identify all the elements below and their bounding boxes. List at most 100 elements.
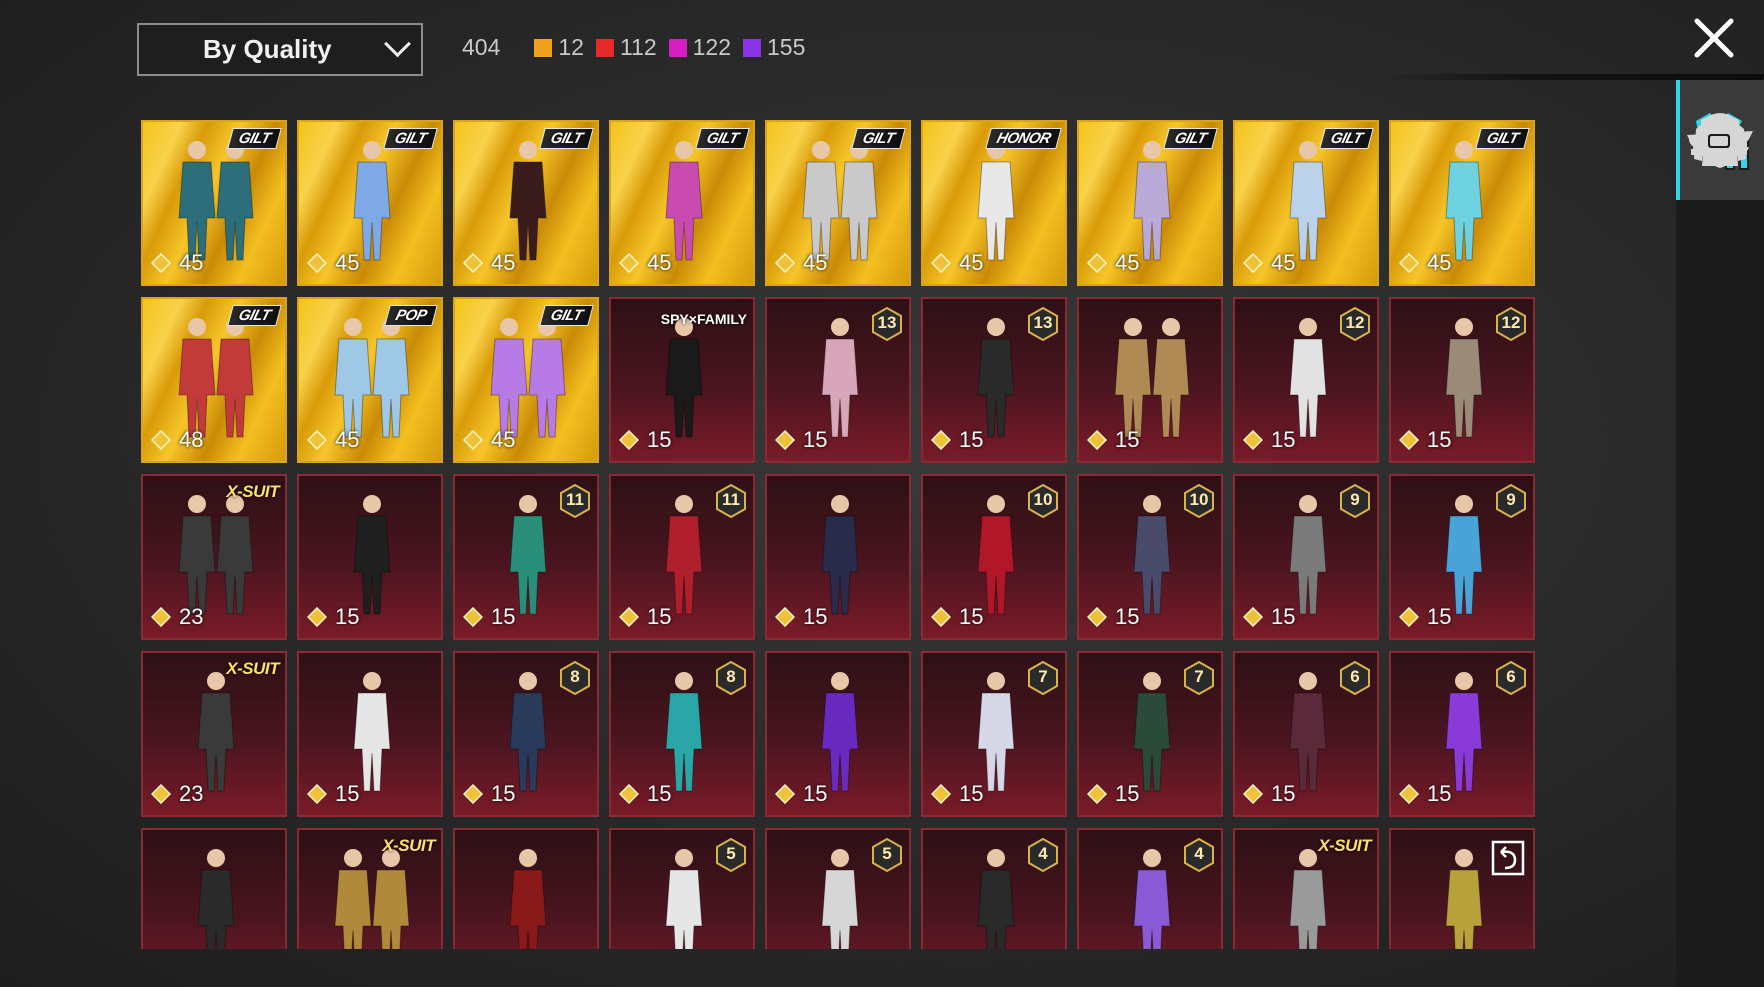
level-number: 6 xyxy=(1506,667,1516,686)
coin-icon xyxy=(931,607,951,627)
category-sidebar xyxy=(1676,80,1764,987)
level-badge: 10 xyxy=(1027,483,1059,519)
outfit-tile[interactable]: 13 15 xyxy=(921,297,1067,463)
coin-icon xyxy=(151,430,171,450)
outfit-tile[interactable]: 8 15 xyxy=(453,651,599,817)
outfit-tile[interactable]: 15 xyxy=(765,474,911,640)
level-badge: 5 xyxy=(715,837,747,873)
outfit-tile[interactable]: 15 xyxy=(1077,297,1223,463)
item-price: 45 xyxy=(931,250,983,276)
outfit-tile[interactable]: 15 xyxy=(297,651,443,817)
outfit-tile[interactable]: GILT 45 xyxy=(765,120,911,286)
outfit-tile[interactable]: 12 15 xyxy=(1389,297,1535,463)
outfit-tile[interactable]: 13 15 xyxy=(765,297,911,463)
outfit-tile[interactable]: GILT 45 xyxy=(141,120,287,286)
outfit-tile[interactable] xyxy=(141,828,287,949)
coin-icon xyxy=(1243,430,1263,450)
price-value: 15 xyxy=(803,427,828,452)
level-badge: 11 xyxy=(559,483,591,519)
item-price: 15 xyxy=(1399,781,1451,807)
outfit-tile[interactable]: GILT 48 xyxy=(141,297,287,463)
series-tag: HONOR xyxy=(984,128,1062,149)
outfit-tile[interactable]: 15 xyxy=(297,474,443,640)
level-number: 11 xyxy=(566,490,584,509)
outfit-tile[interactable]: GILT 45 xyxy=(1077,120,1223,286)
close-button[interactable] xyxy=(1692,16,1736,60)
price-value: 15 xyxy=(1115,781,1140,806)
coin-icon xyxy=(775,784,795,804)
coin-icon xyxy=(619,607,639,627)
outfit-tile[interactable]: X-SUIT 23 xyxy=(141,474,287,640)
series-tag: GILT xyxy=(695,128,750,149)
outfit-tile[interactable]: GILT 45 xyxy=(453,120,599,286)
series-tag: GILT xyxy=(1475,128,1530,149)
outfit-tile[interactable]: X-SUIT xyxy=(297,828,443,949)
outfit-tile[interactable]: 10 15 xyxy=(921,474,1067,640)
level-number: 13 xyxy=(1033,313,1053,332)
outfit-tile[interactable]: 10 15 xyxy=(1077,474,1223,640)
outfit-tile[interactable]: GILT 45 xyxy=(297,120,443,286)
sort-dropdown[interactable]: By Quality xyxy=(137,23,423,76)
outfit-tile[interactable]: 5 xyxy=(609,828,755,949)
item-price: 15 xyxy=(1087,604,1139,630)
outfit-tile[interactable]: 4 xyxy=(921,828,1067,949)
outfit-tile[interactable] xyxy=(1389,828,1535,949)
level-badge: 4 xyxy=(1027,837,1059,873)
series-tag: X-SUIT xyxy=(382,836,435,855)
outfit-tile[interactable]: 9 15 xyxy=(1233,474,1379,640)
outfit-tile[interactable]: 5 xyxy=(765,828,911,949)
undo-icon[interactable] xyxy=(1491,840,1525,876)
outfit-tile[interactable]: 11 15 xyxy=(609,474,755,640)
item-price: 15 xyxy=(619,427,671,453)
coin-icon xyxy=(1399,253,1419,273)
price-value: 15 xyxy=(647,604,672,629)
level-badge: 6 xyxy=(1339,660,1371,696)
outfit-tile[interactable]: 12 15 xyxy=(1233,297,1379,463)
item-price: 23 xyxy=(151,604,203,630)
outfit-tile[interactable]: 6 15 xyxy=(1389,651,1535,817)
item-price: 45 xyxy=(619,250,671,276)
outfit-tile[interactable]: 4 xyxy=(1077,828,1223,949)
item-price: 15 xyxy=(775,781,827,807)
level-number: 13 xyxy=(877,313,897,332)
outfit-tile[interactable]: 15 xyxy=(765,651,911,817)
coin-icon xyxy=(1087,784,1107,804)
category-backpack[interactable] xyxy=(1676,80,1764,200)
outfit-tile[interactable]: HONOR 45 xyxy=(921,120,1067,286)
outfit-tile[interactable]: GILT 45 xyxy=(1389,120,1535,286)
item-price: 15 xyxy=(1243,427,1295,453)
outfit-tile[interactable]: 9 15 xyxy=(1389,474,1535,640)
coin-icon xyxy=(1399,607,1419,627)
outfit-tile[interactable]: 7 15 xyxy=(921,651,1067,817)
outfit-tile[interactable]: 11 15 xyxy=(453,474,599,640)
outfit-tile[interactable]: 8 15 xyxy=(609,651,755,817)
level-badge: 8 xyxy=(715,660,747,696)
level-number: 11 xyxy=(722,490,740,509)
item-price: 15 xyxy=(1087,427,1139,453)
item-price: 45 xyxy=(463,250,515,276)
quality-counts: 404 12 112 122 155 xyxy=(462,34,817,61)
outfit-tile[interactable]: POP 45 xyxy=(297,297,443,463)
outfit-tile[interactable]: GILT 45 xyxy=(453,297,599,463)
price-value: 15 xyxy=(1271,427,1296,452)
series-tag: X-SUIT xyxy=(226,659,279,678)
coin-icon xyxy=(931,253,951,273)
coin-icon xyxy=(1087,430,1107,450)
outfit-tile[interactable]: 7 15 xyxy=(1077,651,1223,817)
outfit-tile[interactable]: 6 15 xyxy=(1233,651,1379,817)
outfit-tile[interactable]: SPY×FAMILY 15 xyxy=(609,297,755,463)
outfit-tile[interactable] xyxy=(453,828,599,949)
item-price: 15 xyxy=(463,604,515,630)
coin-icon xyxy=(775,607,795,627)
outfit-tile[interactable]: GILT 45 xyxy=(609,120,755,286)
price-value: 45 xyxy=(179,250,204,275)
outfit-tile[interactable]: X-SUIT 23 xyxy=(141,651,287,817)
item-price: 15 xyxy=(1243,781,1295,807)
coin-icon xyxy=(307,607,327,627)
series-tag: GILT xyxy=(383,128,438,149)
outfit-tile[interactable]: GILT 45 xyxy=(1233,120,1379,286)
outfit-tile[interactable]: X-SUIT xyxy=(1233,828,1379,949)
price-value: 15 xyxy=(1427,781,1452,806)
series-tag: GILT xyxy=(851,128,906,149)
price-value: 45 xyxy=(335,250,360,275)
